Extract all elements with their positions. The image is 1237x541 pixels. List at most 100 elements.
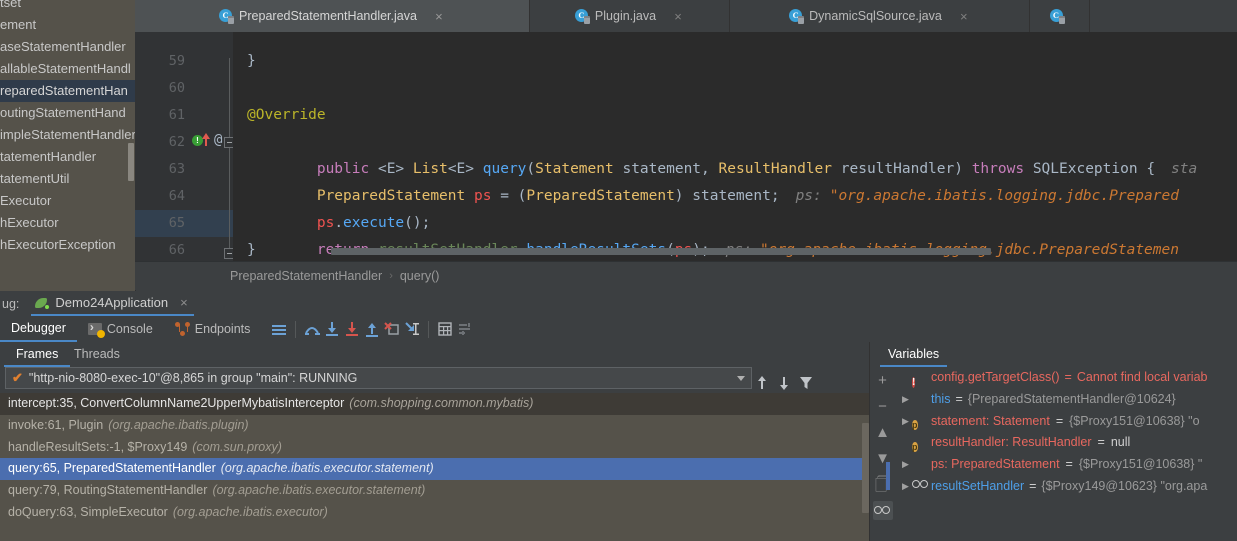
close-icon[interactable]: × [958,10,970,23]
tab-variables-label: Variables [888,347,940,361]
frame-list-item-selected[interactable]: query:65, PreparedStatementHandler (org.a… [0,458,870,481]
close-icon[interactable]: × [672,10,684,23]
tab-endpoints[interactable]: Endpoints [164,316,262,342]
frame-list-item[interactable]: invoke:61, Plugin (org.apache.ibatis.plug… [0,415,870,437]
frame-list-item[interactable]: handleResultSets:-1, $Proxy149 (com.sun.p… [0,437,870,459]
ide-window: tset ement aseStatementHandler allableSt… [0,0,1237,541]
frame-up-icon[interactable] [752,373,772,393]
tree-item[interactable]: ement [0,14,135,36]
project-tree-panel[interactable]: tset ement aseStatementHandler allableSt… [0,0,136,291]
close-icon[interactable]: × [433,10,445,23]
move-up-icon[interactable]: ▲ [873,423,893,442]
variable-row[interactable]: ! config.getTargetClass() = Cannot find … [895,367,1237,389]
editor-tabbar: C PreparedStatementHandler.java × C Plug… [135,0,1237,32]
filter-icon[interactable] [796,373,816,393]
variable-equals: = [955,391,963,406]
watch-glasses-icon [874,506,891,515]
endpoints-icon [174,322,190,336]
editor-tab-overflow[interactable]: C [1030,0,1090,32]
frames-scrollbar[interactable] [862,423,869,513]
run-to-cursor-icon[interactable] [402,319,422,339]
override-annotation-icon[interactable]: @ [214,132,222,148]
editor-gutter[interactable]: 59 60 61 62 63 64 65 66 67 ! @ [135,32,235,261]
tree-item[interactable]: aseStatementHandler [0,36,135,58]
show-execution-point-icon[interactable] [269,319,289,339]
subtab-threads[interactable]: Threads [62,342,132,367]
variable-row[interactable]: ▶ resultSetHandler = {$Proxy149@10623} "… [895,476,1237,498]
variable-row[interactable]: ▶ ps: PreparedStatement = {$Proxy151@106… [895,454,1237,476]
tree-item[interactable]: hExecutor [0,212,135,234]
frames-list[interactable]: intercept:35, ConvertColumnName2UpperMyb… [0,393,870,541]
code-text-area[interactable]: } @Override public <E> List<E> query(Sta… [233,32,1237,261]
tab-debugger[interactable]: Debugger [0,316,77,342]
run-config-tab-demo24application[interactable]: Demo24Application × [31,291,194,316]
inspect-icon[interactable] [872,501,893,520]
expand-arrow-icon[interactable]: ▶ [899,476,912,498]
editor-tab-plugin[interactable]: C Plugin.java × [530,0,730,32]
breadcrumb-method[interactable]: query() [400,269,440,283]
evaluate-expression-icon[interactable] [435,319,455,339]
frame-list-item[interactable]: intercept:35, ConvertColumnName2UpperMyb… [0,393,870,415]
run-tab-bar: ug: Demo24Application × [0,291,1237,316]
variables-list[interactable]: ! config.getTargetClass() = Cannot find … [895,367,1237,541]
tree-item[interactable]: tatementHandler [0,146,135,168]
add-watch-icon[interactable]: + [873,371,893,390]
variable-value: {PreparedStatementHandler@10624} [967,391,1176,406]
subtab-frames[interactable]: Frames [4,342,71,367]
variable-name: this [931,391,951,406]
step-over-icon[interactable] [302,319,322,339]
breadcrumb[interactable]: PreparedStatementHandler › query() [135,261,1237,290]
remove-watch-icon[interactable]: − [873,397,893,416]
variable-name: ps: PreparedStatement [931,457,1060,472]
step-out-icon[interactable] [362,319,382,339]
tree-item[interactable]: hExecutorException [0,234,135,256]
tree-item[interactable]: outingStatementHand [0,102,135,124]
step-into-icon[interactable] [322,319,342,339]
chevron-down-icon[interactable] [737,376,745,381]
tree-item[interactable]: allableStatementHandl [0,58,135,80]
variable-row[interactable]: p resultHandler: ResultHandler = null [895,432,1237,454]
frame-list-item[interactable]: doQuery:63, SimpleExecutor (org.apache.ib… [0,502,870,524]
expand-arrow-icon[interactable]: ▶ [899,389,912,411]
tab-variables[interactable]: Variables [880,342,948,367]
editor-horizontal-scrollbar[interactable] [331,248,1237,255]
thread-selector-combobox[interactable]: ✔ "http-nio-8080-exec-10"@8,865 in group… [5,367,752,389]
toolbar-separator [428,320,430,338]
drop-frame-icon[interactable] [382,319,402,339]
param-icon: p [912,442,918,453]
breadcrumb-separator-icon: › [389,270,393,282]
java-class-icon: C [219,9,235,24]
tree-item[interactable]: tset [0,0,135,14]
subtab-frames-label: Frames [16,347,59,361]
line-number: 63 [168,161,185,177]
tree-item[interactable]: Executor [0,190,135,212]
editor-tab-dynamicsqlsource[interactable]: C DynamicSqlSource.java × [730,0,1030,32]
frame-list-item[interactable]: query:79, RoutingStatementHandler (org.ap… [0,480,870,502]
tree-item-label: aseStatementHandler [0,39,126,54]
frame-package: (com.sun.proxy) [192,439,282,454]
frame-call: query:65, PreparedStatementHandler [8,461,216,476]
variables-scrollbar[interactable] [886,462,890,490]
expand-arrow-icon[interactable]: ▶ [899,454,912,476]
execution-arrow-icon [205,138,207,146]
code-editor[interactable]: 59 60 61 62 63 64 65 66 67 ! @ } @Overri… [135,32,1237,261]
code-line-64: ps.execute(); [316,215,431,231]
frame-down-icon[interactable] [774,373,794,393]
tree-item[interactable]: tatementUtil [0,168,135,190]
breadcrumb-class[interactable]: PreparedStatementHandler [230,269,382,283]
tree-scrollbar[interactable] [128,143,134,181]
close-icon[interactable]: × [180,295,188,310]
editor-tab-preparedstatementhandler[interactable]: C PreparedStatementHandler.java × [135,0,530,32]
tab-console[interactable]: Console [77,316,164,342]
variable-row[interactable]: ▶ p statement: Statement = {$Proxy151@10… [895,411,1237,433]
tree-item[interactable]: impleStatementHandler [0,124,135,146]
scrollbar-thumb[interactable] [331,248,991,255]
tree-item-selected[interactable]: reparedStatementHan [0,80,135,102]
layout-settings-icon[interactable] [455,319,475,339]
frame-package: (org.apache.ibatis.executor.statement) [212,483,426,498]
frames-pane: ✔ "http-nio-8080-exec-10"@8,865 in group… [0,367,870,541]
variable-row[interactable]: ▶ this = {PreparedStatementHandler@10624… [895,389,1237,411]
expand-arrow-icon[interactable]: ▶ [899,411,912,433]
force-step-into-icon[interactable] [342,319,362,339]
debug-tool-window: ug: Demo24Application × Debugger Console… [0,291,1237,541]
